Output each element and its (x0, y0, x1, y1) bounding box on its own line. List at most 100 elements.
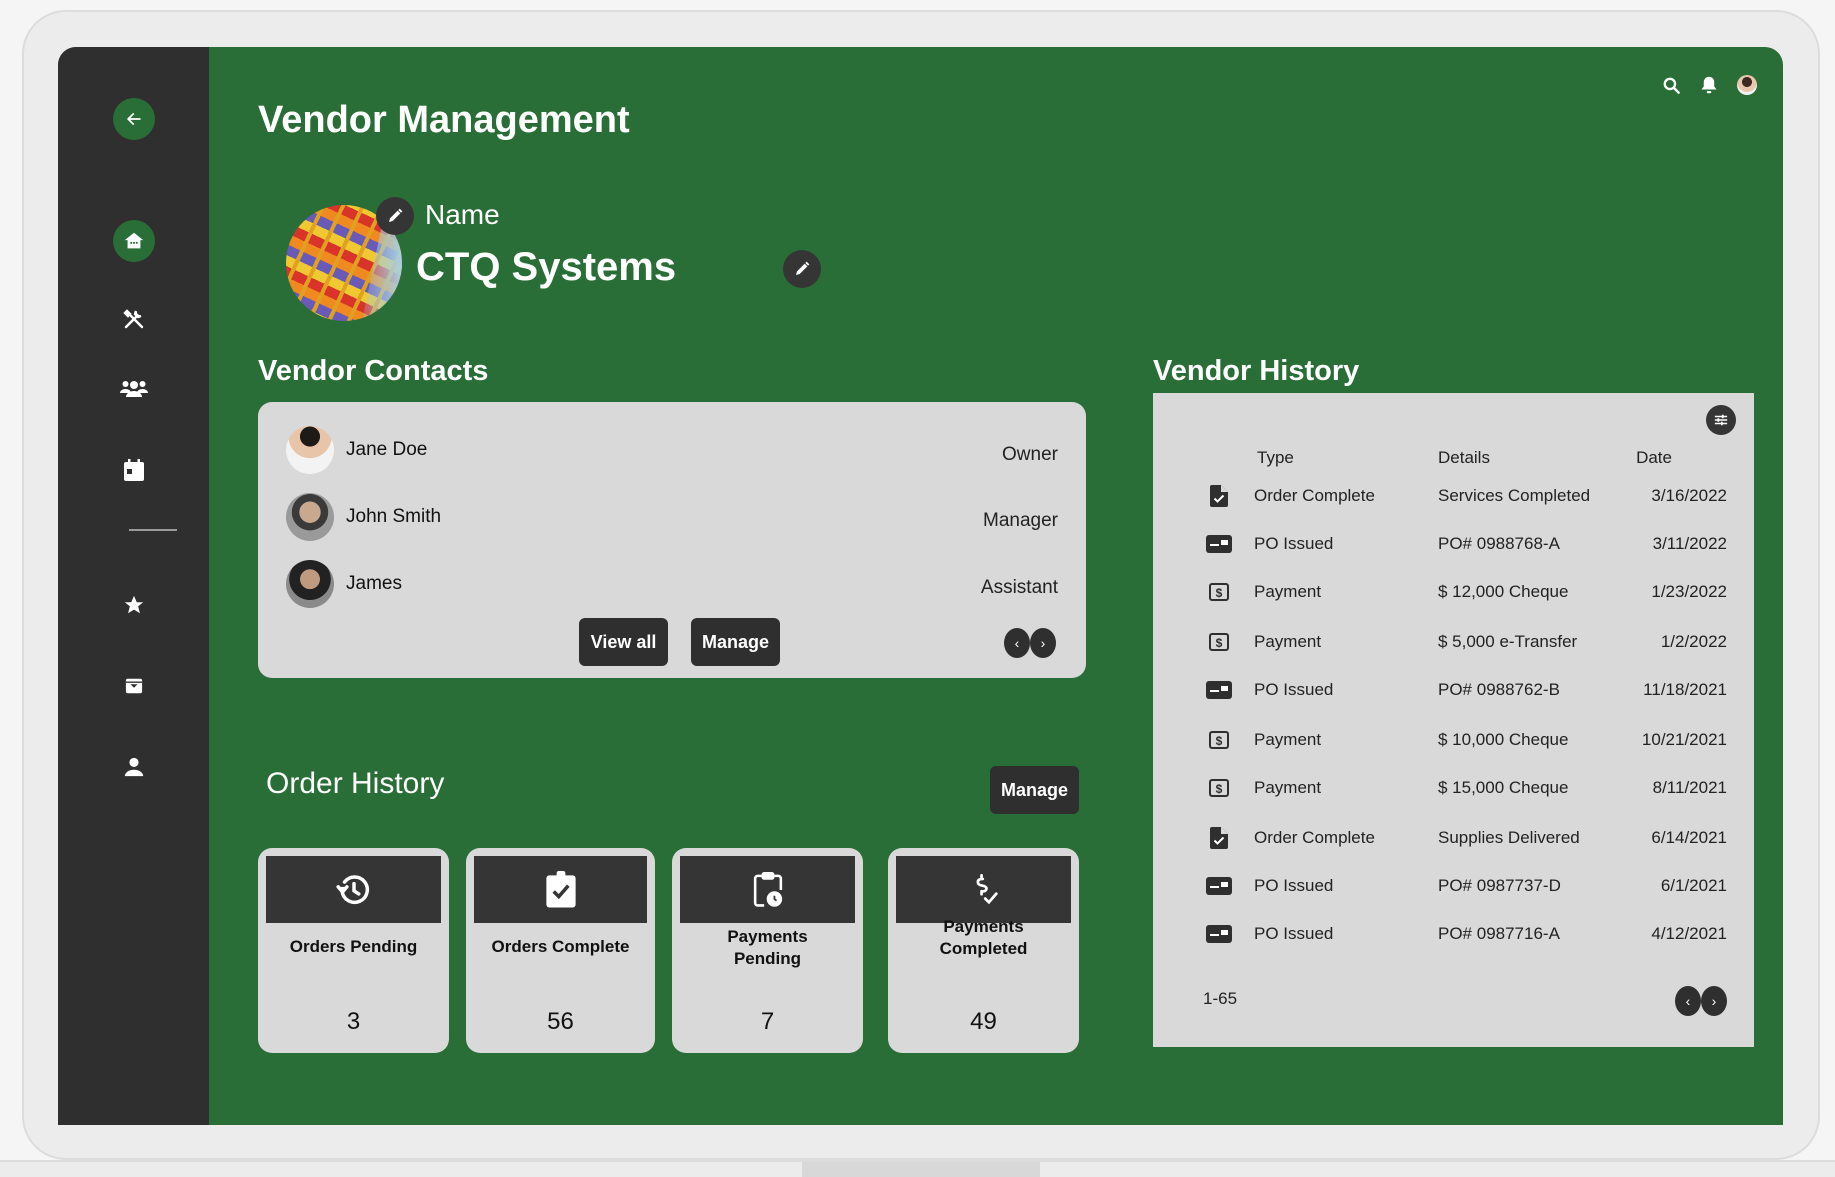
history-row[interactable]: Order Complete Supplies Delivered 6/14/202… (1153, 824, 1754, 854)
edit-logo-button[interactable] (376, 197, 414, 235)
history-row[interactable]: PO Issued PO# 0988762-B 11/18/2021 (1153, 676, 1754, 706)
history-icon (335, 874, 369, 904)
stat-value: 56 (547, 1008, 574, 1035)
history-row[interactable]: $ Payment $ 5,000 e-Transfer 1/2/2022 (1153, 628, 1754, 658)
sliders-icon (1714, 414, 1728, 426)
device-notch (802, 1162, 1040, 1177)
filter-button[interactable] (1706, 405, 1736, 435)
contacts-card: Jane Doe Owner John Smith Manager James … (258, 402, 1086, 678)
stat-value: 3 (346, 1008, 361, 1035)
order-history-title: Order History (266, 767, 445, 800)
pencil-icon (796, 261, 810, 275)
stat-card-payments-pending[interactable]: Payments Pending 7 (672, 848, 863, 1053)
history-date: 8/11/2021 (1652, 778, 1727, 797)
history-row[interactable]: PO Issued PO# 0987716-A 4/12/2021 (1153, 920, 1754, 950)
contact-role: Manager (983, 510, 1058, 531)
tools-icon (122, 309, 143, 329)
vendor-company-name: CTQ Systems (416, 245, 677, 289)
history-details: PO# 0987716-A (1438, 924, 1560, 943)
history-type: PO Issued (1254, 680, 1334, 699)
stat-card-orders-complete[interactable]: Orders Complete 56 (466, 848, 655, 1053)
history-row[interactable]: $ Payment $ 12,000 Cheque 1/23/2022 (1153, 578, 1754, 608)
history-details: $ 10,000 Cheque (1438, 730, 1569, 749)
contacts-next-button[interactable]: › (1030, 628, 1056, 658)
svg-text:$: $ (1216, 734, 1223, 748)
history-details: PO# 0987737-D (1438, 876, 1561, 895)
stat-card-orders-pending[interactable]: Orders Pending 3 (258, 848, 449, 1053)
contact-row[interactable]: Jane Doe Owner (286, 425, 1058, 475)
history-type: PO Issued (1254, 876, 1334, 895)
card-icon (1205, 532, 1233, 556)
contact-role: Assistant (980, 577, 1058, 598)
history-row[interactable]: Order Complete Services Completed 3/16/202… (1153, 482, 1754, 512)
search-icon (1663, 77, 1680, 94)
history-date: 4/12/2021 (1651, 924, 1727, 943)
vendor-name-label: Name (425, 199, 500, 230)
dollar-icon: $ (1205, 728, 1233, 752)
column-header-details[interactable]: Details (1438, 448, 1490, 468)
manage-orders-button[interactable]: Manage (990, 766, 1079, 814)
history-date: 10/21/2021 (1641, 730, 1727, 749)
file-check-icon (1205, 826, 1233, 850)
person-icon (124, 757, 143, 777)
history-prev-button[interactable]: ‹ (1675, 986, 1701, 1016)
edit-name-button[interactable] (783, 250, 821, 288)
history-row[interactable]: PO Issued PO# 0988768-A 3/11/2022 (1153, 530, 1754, 560)
app-screen: Vendor Management Name CTQ Systems Vendo… (58, 47, 1783, 1125)
history-row[interactable]: PO Issued PO# 0987737-D 6/1/2021 (1153, 872, 1754, 902)
svg-text:$: $ (1216, 586, 1223, 600)
user-avatar[interactable] (1737, 75, 1757, 95)
search-button[interactable] (1661, 75, 1681, 95)
history-title: Vendor History (1153, 355, 1360, 387)
svg-text:$: $ (1216, 636, 1223, 650)
sidebar-item-archive[interactable] (119, 671, 149, 701)
history-type: Payment (1254, 730, 1322, 749)
stat-label: Orders Complete (491, 937, 630, 956)
column-header-type[interactable]: Type (1257, 448, 1294, 468)
sidebar-item-profile[interactable] (119, 752, 149, 782)
card-icon (1205, 922, 1233, 946)
manage-contacts-button[interactable]: Manage (691, 618, 780, 666)
bell-icon (1701, 76, 1717, 94)
view-all-contacts-button[interactable]: View all (579, 618, 668, 666)
sidebar (58, 47, 209, 1125)
contact-row[interactable]: James Assistant (286, 559, 1058, 609)
contact-avatar (286, 426, 334, 474)
history-date: 6/1/2021 (1660, 876, 1727, 895)
history-details: PO# 0988768-A (1438, 534, 1560, 553)
history-range: 1-65 (1203, 989, 1238, 1008)
sidebar-item-home[interactable] (112, 220, 155, 262)
back-button[interactable] (112, 98, 155, 140)
history-row[interactable]: $ Payment $ 15,000 Cheque 8/11/2021 (1153, 774, 1754, 804)
contacts-prev-button[interactable]: ‹ (1004, 628, 1030, 658)
contact-name: Jane Doe (346, 439, 428, 460)
sidebar-item-tools[interactable] (119, 304, 149, 334)
page-title: Vendor Management (258, 99, 630, 141)
history-date: 3/16/2022 (1651, 486, 1727, 505)
card-icon (1205, 678, 1233, 702)
stat-label: Payments Completed (939, 917, 1028, 958)
sidebar-item-people[interactable] (119, 374, 149, 404)
sidebar-item-favorites[interactable] (119, 590, 149, 620)
stat-icon-header (680, 856, 855, 923)
history-details: $ 15,000 Cheque (1438, 778, 1569, 797)
history-details: Supplies Delivered (1438, 828, 1580, 847)
dollar-check-icon (975, 873, 998, 904)
contact-row[interactable]: John Smith Manager (286, 492, 1058, 542)
sidebar-item-calendar[interactable] (119, 455, 149, 485)
arrow-left-icon (126, 113, 141, 125)
column-header-date[interactable]: Date (1636, 448, 1672, 468)
stat-icon-header (474, 856, 647, 923)
stat-card-payments-completed[interactable]: Payments Completed 49 (888, 848, 1079, 1053)
dollar-icon: $ (1205, 776, 1233, 800)
history-type: PO Issued (1254, 534, 1334, 553)
history-details: $ 12,000 Cheque (1438, 582, 1569, 601)
notifications-button[interactable] (1699, 75, 1719, 95)
history-next-button[interactable]: › (1701, 986, 1727, 1016)
stat-icon-header (266, 856, 441, 923)
history-details: PO# 0988762-B (1438, 680, 1560, 699)
history-type: Payment (1254, 582, 1322, 601)
history-details: $ 5,000 e-Transfer (1438, 632, 1578, 651)
calendar-icon (123, 459, 144, 481)
history-row[interactable]: $ Payment $ 10,000 Cheque 10/21/2021 (1153, 726, 1754, 756)
